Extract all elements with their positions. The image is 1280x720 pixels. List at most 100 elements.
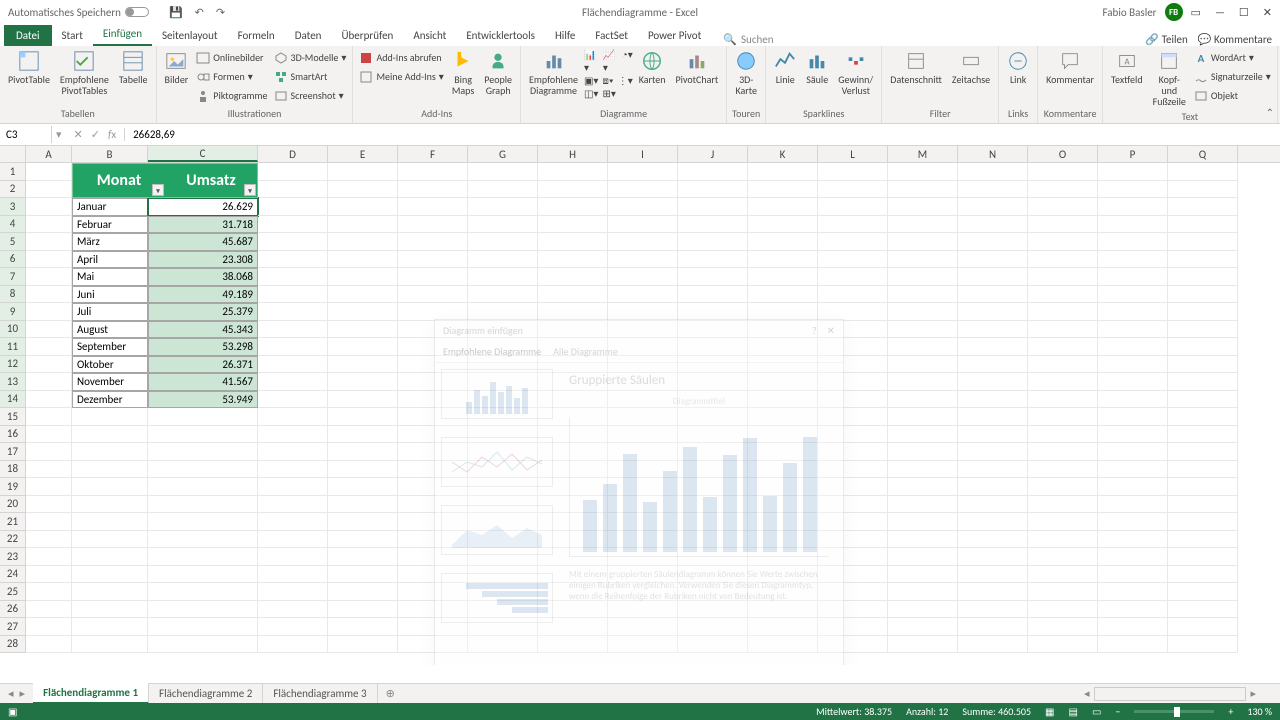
- dialog-tab-all[interactable]: Alle Diagramme: [553, 345, 618, 358]
- smartart-button[interactable]: SmartArt: [272, 67, 349, 86]
- tab-entwicklertools[interactable]: Entwicklertools: [456, 25, 545, 46]
- row-header[interactable]: 7: [0, 268, 26, 286]
- value-cell[interactable]: 23.308: [148, 251, 258, 269]
- col-G[interactable]: G: [468, 146, 538, 162]
- empfohlene-diagramme-button[interactable]: Empfohlene Diagramme: [525, 48, 582, 98]
- formen-button[interactable]: Formen ▾: [194, 67, 269, 86]
- row-header[interactable]: 13: [0, 373, 26, 391]
- stat-chart-icon[interactable]: ⧈▾: [602, 74, 613, 87]
- zeitachse-button[interactable]: Zeitachse: [948, 48, 994, 87]
- onlinebilder-button[interactable]: Onlinebilder: [194, 48, 269, 67]
- value-cell[interactable]: 53.298: [148, 338, 258, 356]
- thumb-area[interactable]: [441, 505, 553, 555]
- thumb-line[interactable]: [441, 437, 553, 487]
- view-pagebreak-icon[interactable]: ▭: [1092, 705, 1101, 718]
- signaturzeile-button[interactable]: Signaturzeile ▾: [1192, 67, 1273, 86]
- month-cell[interactable]: März: [72, 233, 148, 251]
- column-chart-icon[interactable]: 📊▾: [584, 48, 599, 74]
- add-sheet-button[interactable]: ⊕: [378, 684, 403, 703]
- value-cell[interactable]: 38.068: [148, 268, 258, 286]
- month-cell[interactable]: Mai: [72, 268, 148, 286]
- month-cell[interactable]: Dezember: [72, 391, 148, 409]
- row-header[interactable]: 10: [0, 321, 26, 339]
- undo-icon[interactable]: ↶: [195, 6, 204, 19]
- row-header[interactable]: 21: [0, 513, 26, 531]
- table-header-cell[interactable]: Monat▾: [73, 164, 165, 197]
- hierarchy-chart-icon[interactable]: ▣▾: [584, 74, 598, 87]
- row-header[interactable]: 26: [0, 601, 26, 619]
- zoom-value[interactable]: 130 %: [1247, 705, 1272, 718]
- col-K[interactable]: K: [748, 146, 818, 162]
- row-header[interactable]: 12: [0, 356, 26, 374]
- tab-daten[interactable]: Daten: [285, 25, 332, 46]
- tab-ansicht[interactable]: Ansicht: [403, 25, 456, 46]
- col-H[interactable]: H: [538, 146, 608, 162]
- tab-factset[interactable]: FactSet: [585, 25, 638, 46]
- 3dmodelle-button[interactable]: 3D-Modelle ▾: [272, 48, 349, 67]
- filter-icon[interactable]: ▾: [244, 184, 256, 196]
- month-cell[interactable]: Oktober: [72, 356, 148, 374]
- sparkline-linie-button[interactable]: Linie: [770, 48, 800, 87]
- wordart-button[interactable]: AWordArt ▾: [1192, 48, 1273, 67]
- value-cell[interactable]: 41.567: [148, 373, 258, 391]
- objekt-button[interactable]: Objekt: [1192, 86, 1273, 105]
- value-cell[interactable]: 25.379: [148, 303, 258, 321]
- table-button[interactable]: Tabelle: [115, 48, 152, 87]
- col-A[interactable]: A: [26, 146, 72, 162]
- recommended-pivot-button[interactable]: Empfohlene PivotTables: [56, 48, 113, 98]
- col-C[interactable]: C: [148, 146, 258, 162]
- dialog-tab-recommended[interactable]: Empfohlene Diagramme: [443, 345, 541, 358]
- row-header[interactable]: 6: [0, 251, 26, 269]
- sheet-tab-1[interactable]: Flächendiagramme 1: [33, 683, 149, 704]
- row-header[interactable]: 9: [0, 303, 26, 321]
- row-header[interactable]: 23: [0, 548, 26, 566]
- piktogramme-button[interactable]: Piktogramme: [194, 86, 269, 105]
- sheet-tab-2[interactable]: Flächendiagramme 2: [149, 684, 263, 703]
- sheet-tab-3[interactable]: Flächendiagramme 3: [263, 684, 377, 703]
- people-graph-button[interactable]: People Graph: [480, 48, 516, 98]
- bing-maps-button[interactable]: Bing Maps: [448, 48, 478, 98]
- kopf-fuss-button[interactable]: Kopf- und Fußzeile: [1149, 48, 1190, 109]
- filter-icon[interactable]: ▾: [152, 184, 164, 196]
- datenschnitt-button[interactable]: Datenschnitt: [886, 48, 946, 87]
- autosave-switch[interactable]: [125, 7, 149, 17]
- screenshot-button[interactable]: Screenshot ▾: [272, 86, 349, 105]
- grid[interactable]: 12Monat▾Umsatz▾3Januar26.6294Februar31.7…: [0, 163, 1280, 665]
- value-cell[interactable]: 53.949: [148, 391, 258, 409]
- col-Q[interactable]: Q: [1168, 146, 1238, 162]
- kommentar-button[interactable]: Kommentar: [1042, 48, 1098, 87]
- ribbon-display-icon[interactable]: ▭: [1191, 6, 1201, 19]
- combo-chart-icon[interactable]: ⊞▾: [602, 87, 615, 100]
- tab-formeln[interactable]: Formeln: [228, 25, 285, 46]
- month-cell[interactable]: Januar: [72, 198, 148, 216]
- value-cell[interactable]: 45.687: [148, 233, 258, 251]
- view-layout-icon[interactable]: ▤: [1069, 705, 1078, 718]
- tab-powerpivot[interactable]: Power Pivot: [638, 25, 711, 46]
- row-header[interactable]: 27: [0, 618, 26, 636]
- col-I[interactable]: I: [608, 146, 678, 162]
- row-header[interactable]: 18: [0, 461, 26, 479]
- col-F[interactable]: F: [398, 146, 468, 162]
- col-O[interactable]: O: [1028, 146, 1098, 162]
- month-cell[interactable]: Februar: [72, 216, 148, 234]
- meine-addins-button[interactable]: Meine Add-Ins ▾: [357, 67, 445, 86]
- horizontal-scrollbar[interactable]: ◂▸: [1080, 687, 1260, 701]
- share-button[interactable]: 🔗 Teilen: [1145, 33, 1187, 46]
- value-cell[interactable]: 26.371: [148, 356, 258, 374]
- user-avatar[interactable]: FB: [1165, 3, 1183, 21]
- thumb-clustered-column[interactable]: [441, 369, 553, 419]
- col-M[interactable]: M: [888, 146, 958, 162]
- table-header-cell[interactable]: Umsatz▾: [165, 164, 257, 197]
- row-header[interactable]: 8: [0, 286, 26, 304]
- name-box[interactable]: C3: [0, 126, 52, 143]
- confirm-formula-icon[interactable]: ✓: [91, 128, 100, 141]
- value-cell[interactable]: 49.189: [148, 286, 258, 304]
- row-header[interactable]: 2: [0, 181, 26, 199]
- tab-seitenlayout[interactable]: Seitenlayout: [152, 25, 228, 46]
- tab-start[interactable]: Start: [52, 25, 93, 46]
- waterfall-chart-icon[interactable]: ◫▾: [584, 87, 598, 100]
- row-header[interactable]: 14: [0, 391, 26, 409]
- col-J[interactable]: J: [678, 146, 748, 162]
- comments-button[interactable]: 💬 Kommentare: [1198, 33, 1272, 46]
- row-header[interactable]: 11: [0, 338, 26, 356]
